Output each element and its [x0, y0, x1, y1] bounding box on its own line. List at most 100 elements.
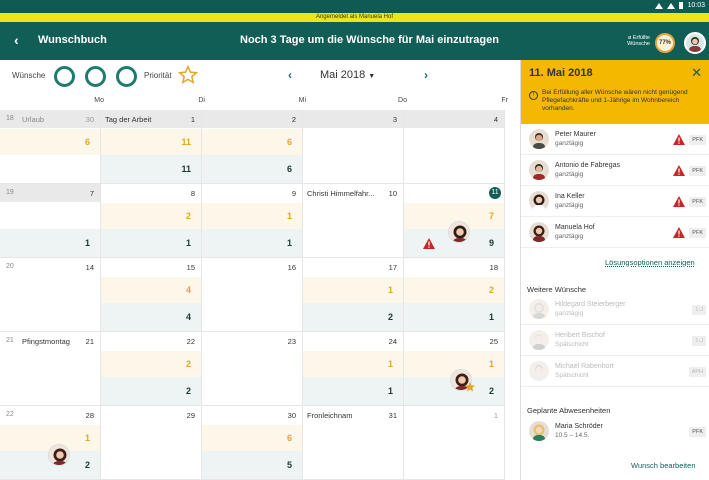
calendar-day-cell[interactable]: 19 7 1: [0, 184, 101, 258]
day-number: 18: [489, 263, 498, 272]
day-number: 7: [89, 189, 94, 198]
wish-count: 6: [202, 155, 302, 183]
calendar-day-cell[interactable]: 18 Urlaub 30 6: [0, 110, 101, 184]
status-time: 10:03: [687, 2, 705, 9]
day-number: 29: [186, 411, 195, 420]
close-icon[interactable]: ✕: [691, 65, 702, 81]
calendar-day-cell[interactable]: 3: [303, 110, 404, 184]
calendar-day-cell[interactable]: 29: [101, 406, 202, 480]
calendar-day-cell[interactable]: Tag der Arbeit 1 11 11: [101, 110, 202, 184]
day-number: 4: [493, 115, 498, 124]
calendar-day-cell[interactable]: 8 21: [101, 184, 202, 258]
wish-count: 11: [101, 155, 201, 183]
more-wish-row[interactable]: Hildegard Steierberger ganztägig 1-J: [521, 294, 709, 325]
user-avatar[interactable]: [684, 32, 706, 54]
calendar-day-cell[interactable]: 24 1 1: [303, 332, 404, 406]
priority-count: 1: [202, 203, 302, 229]
calendar-day-cell[interactable]: 20 14: [0, 258, 101, 332]
calendar-day-cell[interactable]: 2 66: [202, 110, 303, 184]
back-arrow-icon[interactable]: ‹: [14, 33, 19, 47]
avatar[interactable]: [448, 221, 470, 243]
wish-slot-3-icon[interactable]: [116, 66, 137, 87]
wish-person-row[interactable]: Peter Maurer ganztägig PFK: [521, 124, 709, 155]
person-name: Antonio de Fabregas: [555, 162, 620, 169]
priority-count: [0, 351, 100, 377]
calendar-day-cell[interactable]: Christi Himmelfahr... 10: [303, 184, 404, 258]
prev-month-button[interactable]: ‹: [288, 68, 292, 82]
wish-count: [404, 451, 504, 479]
avatar: [529, 330, 549, 350]
month-selector[interactable]: Mai 2018 ▼: [320, 69, 375, 81]
priority-count: [404, 425, 504, 451]
next-month-button[interactable]: ›: [424, 68, 428, 82]
day-number: 15: [186, 263, 195, 272]
day-number: 17: [388, 263, 397, 272]
calendar-day-cell[interactable]: 22 2 2: [101, 332, 202, 406]
qualification-badge: 1-J: [692, 336, 706, 346]
calendar-day-cell[interactable]: 21 Pfingstmontag 21: [0, 332, 101, 406]
absence-period: 10.5 – 14.5.: [555, 432, 590, 439]
wish-count: [202, 303, 302, 331]
priority-count: [0, 203, 100, 229]
calendar-day-cell[interactable]: 16: [202, 258, 303, 332]
calendar-day-cell[interactable]: 25 1 2: [404, 332, 505, 406]
calendar-day-cell[interactable]: 15 4 4: [101, 258, 202, 332]
person-name: Maria Schröder: [555, 423, 603, 430]
planned-absences-title: Geplante Abwesenheiten: [527, 406, 611, 415]
day-header: [404, 406, 504, 424]
wish-person-row[interactable]: Ina Keller ganztägig PFK: [521, 186, 709, 217]
day-number: 30: [85, 115, 94, 124]
avatar[interactable]: [48, 444, 70, 466]
weekday-fr: Fr: [501, 97, 508, 104]
wish-count: 1: [101, 229, 201, 257]
warning-icon: [673, 165, 685, 176]
priority-star-icon[interactable]: [178, 65, 198, 85]
priority-count: [202, 277, 302, 303]
wish-count: 2: [303, 303, 403, 331]
calendar-grid: 18 Urlaub 30 6 Tag der Arbeit 1 11 11 2 6 6 3 4 19 7 1 8…: [0, 110, 512, 480]
priority-count: 2: [404, 277, 504, 303]
week-number: 19: [6, 189, 14, 196]
wish-slot-1-icon[interactable]: [54, 66, 75, 87]
qualification-badge: PFK: [689, 427, 706, 437]
panel-date: 11. Mai 2018: [529, 67, 593, 79]
absence-row[interactable]: Maria Schröder 10.5 – 14.5. PFK: [521, 416, 709, 447]
edit-wish-button[interactable]: Wunsch bearbeiten: [631, 461, 696, 470]
wish-count: [303, 229, 403, 257]
wish-count: 4: [101, 303, 201, 331]
calendar-day-cell[interactable]: 22 28 1 2: [0, 406, 101, 480]
calendar-day-cell[interactable]: 1: [404, 406, 505, 480]
app-bar: ‹ Wunschbuch Noch 3 Tage um die Wünsche …: [0, 22, 709, 60]
more-wish-row[interactable]: Michael Rabenhort Spätschicht APH: [521, 356, 709, 387]
calendar-day-cell[interactable]: 18 2 1: [404, 258, 505, 332]
priority-count: [101, 425, 201, 451]
wishes-label: Wünsche: [12, 71, 46, 80]
wish-count: [0, 377, 100, 405]
weekday-mo: Mo: [94, 97, 104, 104]
day-number: 1: [190, 115, 195, 124]
solution-options-link[interactable]: Lösungsoptionen anzeigen: [605, 258, 695, 267]
calendar-day-cell[interactable]: 30 6 5: [202, 406, 303, 480]
day-number: 16: [287, 263, 296, 272]
more-wish-row[interactable]: Heribert Bischof Spätschicht 1-J: [521, 325, 709, 356]
priority-count: [202, 351, 302, 377]
avatar: [529, 160, 549, 180]
person-shift: Spätschicht: [555, 372, 589, 379]
wish-person-row[interactable]: Manuela Hof ganztägig PFK: [521, 217, 709, 248]
day-detail-header: 11. Mai 2018 ✕ ! Bei Erfüllung aller Wün…: [521, 60, 709, 124]
calendar-day-cell[interactable]: Fronleichnam 31: [303, 406, 404, 480]
calendar-day-cell[interactable]: 4: [404, 110, 505, 184]
day-number: 14: [85, 263, 94, 272]
day-header: [303, 110, 403, 128]
wish-slot-2-icon[interactable]: [85, 66, 106, 87]
calendar-day-cell[interactable]: 17 1 2: [303, 258, 404, 332]
wish-count: 1: [303, 377, 403, 405]
day-number: 11: [489, 187, 501, 199]
month-label: Mai 2018: [320, 69, 366, 81]
person-shift: ganztägig: [555, 202, 584, 209]
calendar-day-cell[interactable]: 23: [202, 332, 303, 406]
calendar-day-cell[interactable]: 9 11: [202, 184, 303, 258]
avatar: [529, 421, 549, 441]
priority-star-icon: [465, 382, 475, 392]
wish-person-row[interactable]: Antonio de Fabregas ganztägig PFK: [521, 155, 709, 186]
